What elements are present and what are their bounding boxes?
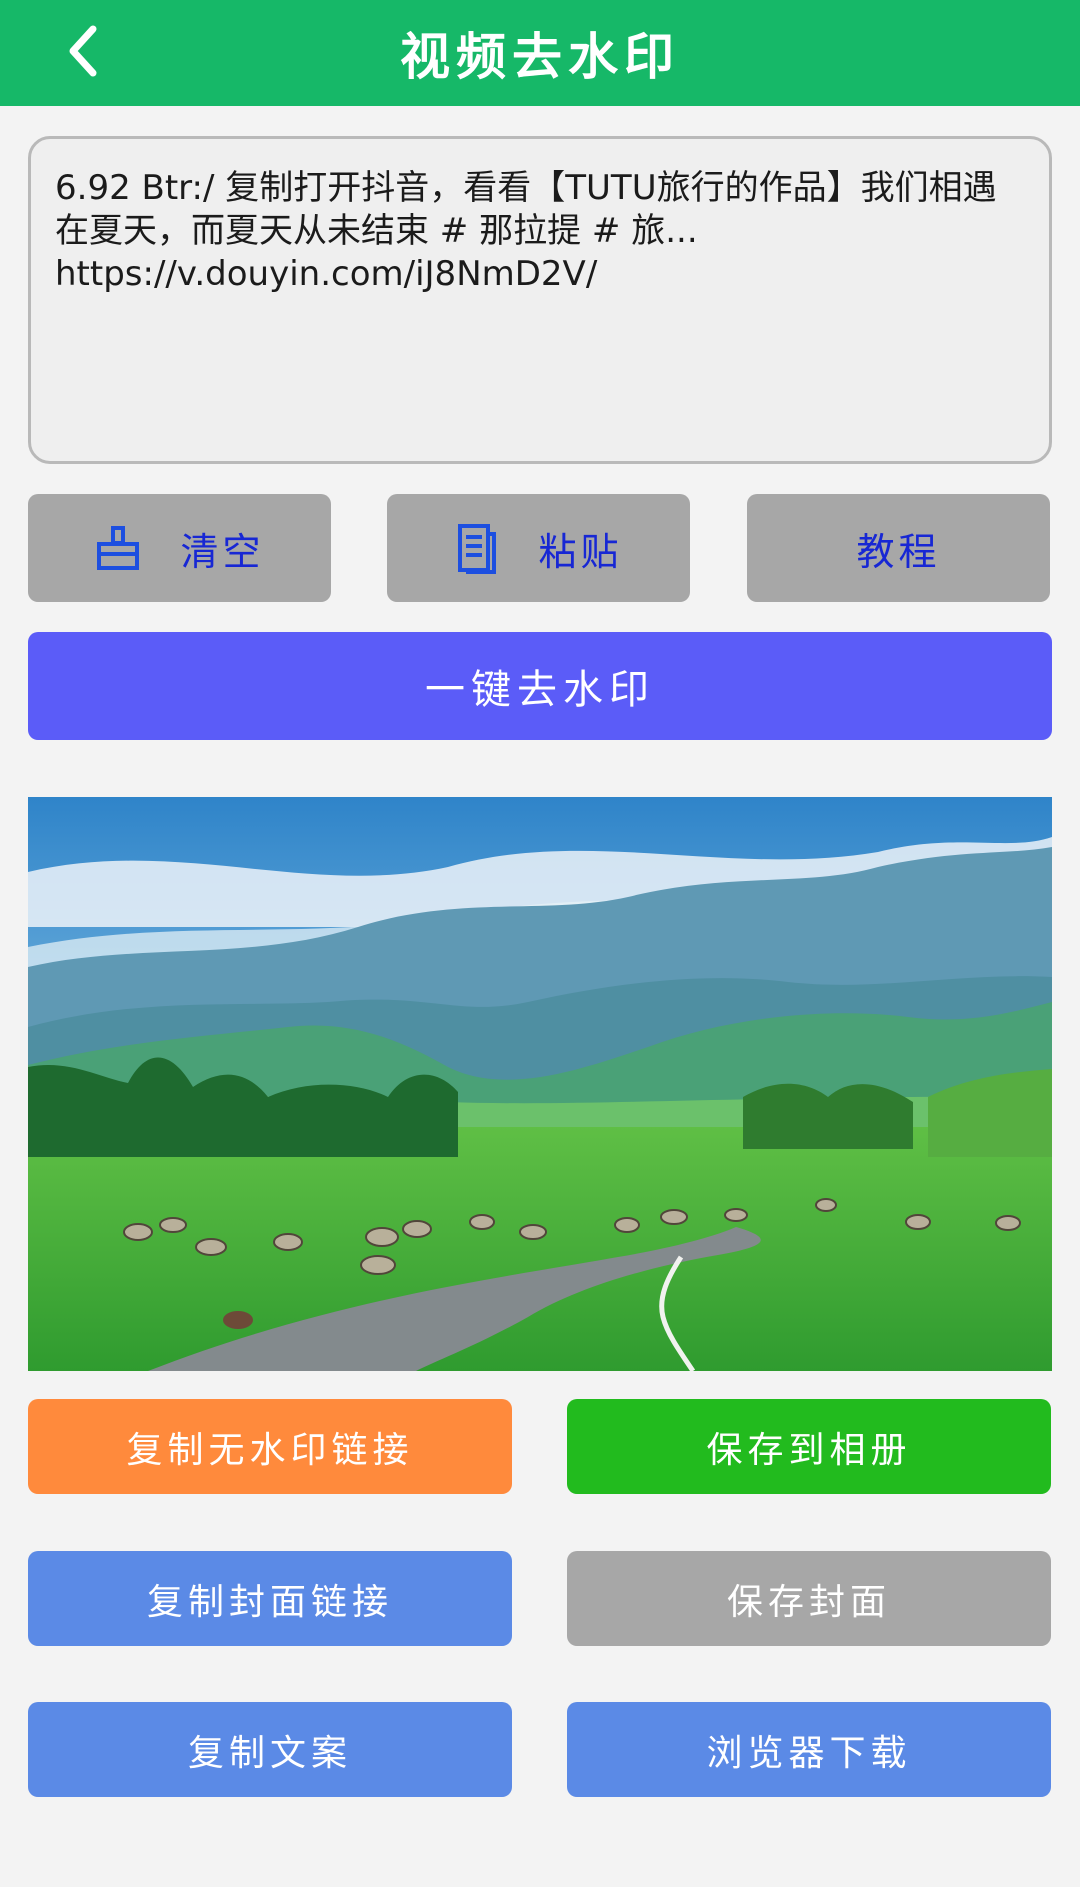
save-to-album-label: 保存到相册 — [706, 1429, 912, 1471]
top-app-bar: 视频去水印 — [0, 0, 1080, 106]
copy-caption-button[interactable]: 复制文案 — [28, 1702, 512, 1797]
tutorial-label: 教程 — [856, 529, 941, 574]
remove-watermark-label: 一键去水印 — [425, 667, 655, 713]
copy-caption-label: 复制文案 — [187, 1732, 352, 1774]
copy-clean-link-button[interactable]: 复制无水印链接 — [28, 1399, 512, 1494]
clear-label: 清空 — [180, 529, 265, 574]
paste-button[interactable]: 粘贴 — [387, 494, 690, 602]
copy-cover-link-button[interactable]: 复制封面链接 — [28, 1551, 512, 1646]
share-text: 6.92 Btr:/ 复制打开抖音，看看【TUTU旅行的作品】我们相遇在夏天，而… — [55, 168, 997, 251]
share-link-input[interactable]: 6.92 Btr:/ 复制打开抖音，看看【TUTU旅行的作品】我们相遇在夏天，而… — [28, 136, 1052, 464]
page-title: 视频去水印 — [400, 28, 680, 86]
broom-icon — [94, 524, 142, 572]
clear-button[interactable]: 清空 — [28, 494, 331, 602]
share-url: https://v.douyin.com/iJ8NmD2V/ — [55, 254, 598, 294]
paste-label: 粘贴 — [538, 529, 623, 574]
save-cover-button[interactable]: 保存封面 — [567, 1551, 1051, 1646]
browser-download-label: 浏览器下载 — [706, 1732, 912, 1774]
document-icon — [454, 522, 500, 574]
browser-download-button[interactable]: 浏览器下载 — [567, 1702, 1051, 1797]
copy-clean-link-label: 复制无水印链接 — [126, 1429, 414, 1471]
save-to-album-button[interactable]: 保存到相册 — [567, 1399, 1051, 1494]
save-cover-label: 保存封面 — [726, 1581, 891, 1623]
video-cover-preview — [28, 797, 1052, 1371]
remove-watermark-button[interactable]: 一键去水印 — [28, 632, 1052, 740]
tutorial-button[interactable]: 教程 — [747, 494, 1050, 602]
copy-cover-link-label: 复制封面链接 — [146, 1581, 393, 1623]
